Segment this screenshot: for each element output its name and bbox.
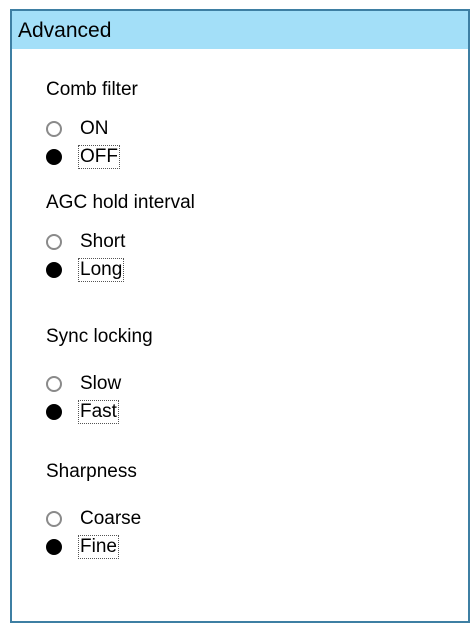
sync-locking-label: Sync locking [46, 326, 153, 347]
radio-selected-icon[interactable] [46, 262, 62, 278]
advanced-panel: Advanced Comb filter ON OFF AGC hold int… [10, 9, 470, 623]
sharpness-fine-option[interactable]: Fine [46, 535, 119, 559]
radio-unselected-icon[interactable] [46, 376, 62, 392]
comb-filter-off-option[interactable]: OFF [46, 145, 120, 169]
sync-fast-label: Fast [78, 400, 119, 424]
comb-filter-label: Comb filter [46, 79, 138, 100]
radio-selected-icon[interactable] [46, 149, 62, 165]
radio-selected-icon[interactable] [46, 404, 62, 420]
sharpness-fine-label: Fine [78, 535, 119, 559]
panel-title: Advanced [12, 11, 468, 49]
agc-hold-interval-label: AGC hold interval [46, 192, 195, 213]
radio-unselected-icon[interactable] [46, 511, 62, 527]
sharpness-coarse-option[interactable]: Coarse [46, 507, 143, 531]
agc-short-option[interactable]: Short [46, 230, 127, 254]
agc-long-option[interactable]: Long [46, 258, 125, 282]
sync-slow-option[interactable]: Slow [46, 372, 123, 396]
sync-fast-option[interactable]: Fast [46, 400, 119, 424]
radio-selected-icon[interactable] [46, 539, 62, 555]
sharpness-coarse-label: Coarse [80, 508, 142, 529]
radio-unselected-icon[interactable] [46, 121, 62, 137]
sharpness-label: Sharpness [46, 461, 137, 482]
agc-short-label: Short [80, 231, 126, 252]
sync-slow-label: Slow [80, 373, 122, 394]
comb-filter-on-label: ON [80, 118, 109, 139]
agc-long-label: Long [78, 258, 125, 282]
radio-unselected-icon[interactable] [46, 234, 62, 250]
comb-filter-off-label: OFF [78, 145, 120, 169]
comb-filter-on-option[interactable]: ON [46, 117, 111, 141]
